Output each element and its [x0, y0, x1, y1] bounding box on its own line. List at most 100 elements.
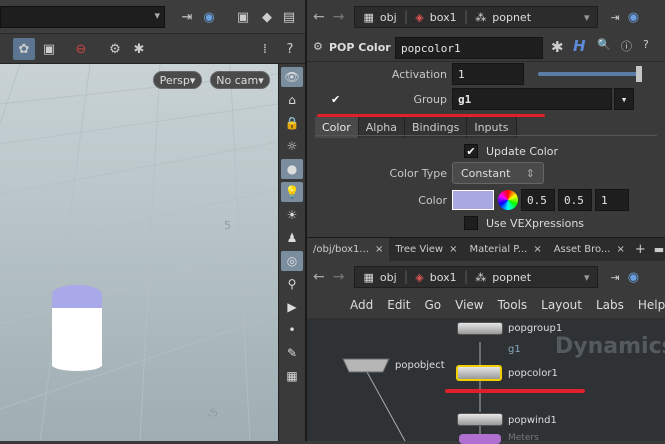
snapshot-icon[interactable]: ◎: [281, 251, 303, 271]
crumb-popnet[interactable]: popnet: [492, 11, 531, 24]
cam-label: No cam: [216, 73, 259, 87]
pin-icon[interactable]: ⇥: [610, 11, 619, 24]
lightbulb-icon[interactable]: 💡: [281, 182, 303, 202]
camera-rig-icon[interactable]: ⚲: [281, 274, 303, 294]
snap-icon[interactable]: ⚙: [104, 38, 126, 60]
viewport-dropdown[interactable]: ▾: [0, 6, 165, 28]
activation-field[interactable]: 1: [452, 63, 524, 85]
display-icon[interactable]: ▣: [38, 38, 60, 60]
bone-icon[interactable]: ☼: [281, 136, 303, 156]
color-swatch[interactable]: [452, 190, 494, 210]
group-field[interactable]: g1: [452, 88, 612, 110]
grid-icon[interactable]: ▦: [281, 366, 303, 386]
visibility-icon[interactable]: 👁: [281, 67, 303, 87]
use-vex-checkbox[interactable]: [464, 216, 478, 230]
update-color-row: ✔ Update Color: [464, 140, 558, 162]
group-menu-button[interactable]: ▾: [614, 88, 634, 110]
tab-tree-view[interactable]: Tree View ×: [389, 238, 463, 262]
pop-icon: ⁂: [475, 10, 487, 24]
back-arrow-icon[interactable]: ←: [313, 269, 325, 285]
close-icon[interactable]: ×: [449, 244, 457, 255]
close-icon[interactable]: ×: [375, 244, 383, 255]
checkbox-icon[interactable]: ✔: [464, 144, 478, 158]
obj-icon: ▦: [363, 10, 374, 24]
persp-menu-button[interactable]: Persp ▾: [153, 71, 202, 89]
color-r-field[interactable]: 0.5: [521, 189, 555, 211]
color-g-field[interactable]: 0.5: [558, 189, 592, 211]
chevron-down-icon[interactable]: ▾: [584, 271, 590, 284]
help-icon[interactable]: ?: [643, 38, 649, 51]
shapes-icon[interactable]: ◆: [256, 6, 278, 28]
pop-icon: ⁂: [475, 270, 487, 284]
node-label: popgroup1: [508, 323, 563, 334]
dot-icon[interactable]: •: [281, 320, 303, 340]
color-wheel-icon[interactable]: [498, 190, 518, 210]
node-popwind1[interactable]: [457, 413, 503, 426]
chevron-down-icon: ▾: [189, 73, 196, 87]
target-icon[interactable]: ◉: [198, 6, 220, 28]
crumb-box1[interactable]: box1: [430, 271, 457, 284]
node-type-icon: ⚙: [313, 40, 323, 53]
pen-icon[interactable]: ✎: [281, 343, 303, 363]
target-icon[interactable]: ◉: [628, 270, 639, 285]
asterisk-icon[interactable]: ✱: [128, 38, 150, 60]
crumb-box1[interactable]: box1: [430, 11, 457, 24]
color-type-menu[interactable]: Constant ⇕: [452, 162, 544, 184]
help-h-icon[interactable]: H: [573, 37, 586, 55]
activation-label: Activation: [391, 67, 447, 81]
3d-viewport[interactable]: 5 -5 Persp ▾ No cam ▾: [0, 64, 278, 441]
close-icon[interactable]: ×: [533, 244, 541, 255]
add-tab-icon[interactable]: +: [635, 242, 646, 257]
sphere-icon[interactable]: ●: [281, 159, 303, 179]
use-vex-row: Use VEXpressions: [464, 212, 584, 234]
node-name-field[interactable]: popcolor1: [395, 37, 543, 59]
person-icon[interactable]: ♟: [281, 228, 303, 248]
crumb-obj[interactable]: obj: [380, 11, 397, 24]
tab-network[interactable]: /obj/box1... ×: [307, 237, 390, 262]
chevron-down-icon[interactable]: ▾: [584, 11, 590, 24]
checkbox-icon[interactable]: ✔: [331, 93, 351, 106]
red-annotation-line: [445, 389, 585, 393]
crumb-obj[interactable]: obj: [380, 271, 397, 284]
tab-asset-browser[interactable]: Asset Bro... ×: [548, 238, 631, 262]
camera-icon[interactable]: ▶: [281, 297, 303, 317]
network-editor[interactable]: Add Edit Go View Tools Layout Labs Help …: [307, 292, 665, 444]
gear-icon[interactable]: ✱: [551, 38, 564, 56]
info-icon[interactable]: ⓘ: [621, 38, 632, 54]
persp-label: Persp: [159, 73, 190, 87]
node-output[interactable]: [459, 434, 501, 444]
pin-icon[interactable]: ⇥: [610, 271, 619, 284]
help-icon[interactable]: ?: [279, 38, 301, 60]
no-entry-icon[interactable]: ⊖: [70, 38, 92, 60]
back-arrow-icon[interactable]: ←: [313, 9, 325, 25]
breadcrumb: ▦ obj │ ◈ box1 │ ⁂ popnet ▾: [354, 6, 599, 28]
activation-slider-handle[interactable]: [636, 66, 642, 82]
viewport-toolbar: ✿ ▣ ⊖ ⚙ ✱ ⁞ ?: [0, 34, 305, 64]
forward-arrow-icon[interactable]: →: [333, 269, 345, 285]
node-popcolor1[interactable]: [456, 365, 502, 381]
node-popgroup1[interactable]: [457, 322, 503, 335]
node-label: popcolor1: [508, 368, 558, 379]
display-options-icon[interactable]: ⁞: [254, 38, 276, 60]
forward-arrow-icon[interactable]: →: [333, 9, 345, 25]
scene-view-icon[interactable]: ✿: [13, 38, 35, 60]
activation-slider-track[interactable]: [538, 72, 638, 76]
lightbulb-outline-icon[interactable]: ☀: [281, 205, 303, 225]
pane-menu-icon[interactable]: ▬: [654, 243, 664, 256]
camera-icon[interactable]: ▤: [278, 6, 300, 28]
crumb-popnet[interactable]: popnet: [492, 271, 531, 284]
target-icon[interactable]: ◉: [628, 10, 639, 25]
tab-material-palette-label: Material P...: [469, 244, 528, 255]
lock-icon[interactable]: 🔒: [281, 113, 303, 133]
pin-icon[interactable]: ⇥: [176, 6, 198, 28]
color-b-field[interactable]: 1: [595, 189, 629, 211]
box-icon[interactable]: ▣: [232, 6, 254, 28]
update-color-label: Update Color: [486, 144, 559, 158]
chevron-updown-icon: ⇕: [525, 166, 535, 180]
tab-material-palette[interactable]: Material P... ×: [464, 238, 548, 262]
tag-icon[interactable]: ⌂: [281, 90, 303, 110]
camera-menu-button[interactable]: No cam ▾: [210, 71, 270, 89]
close-icon[interactable]: ×: [616, 244, 624, 255]
chevron-down-icon: ▾: [154, 9, 160, 22]
search-icon[interactable]: 🔍: [597, 38, 611, 51]
